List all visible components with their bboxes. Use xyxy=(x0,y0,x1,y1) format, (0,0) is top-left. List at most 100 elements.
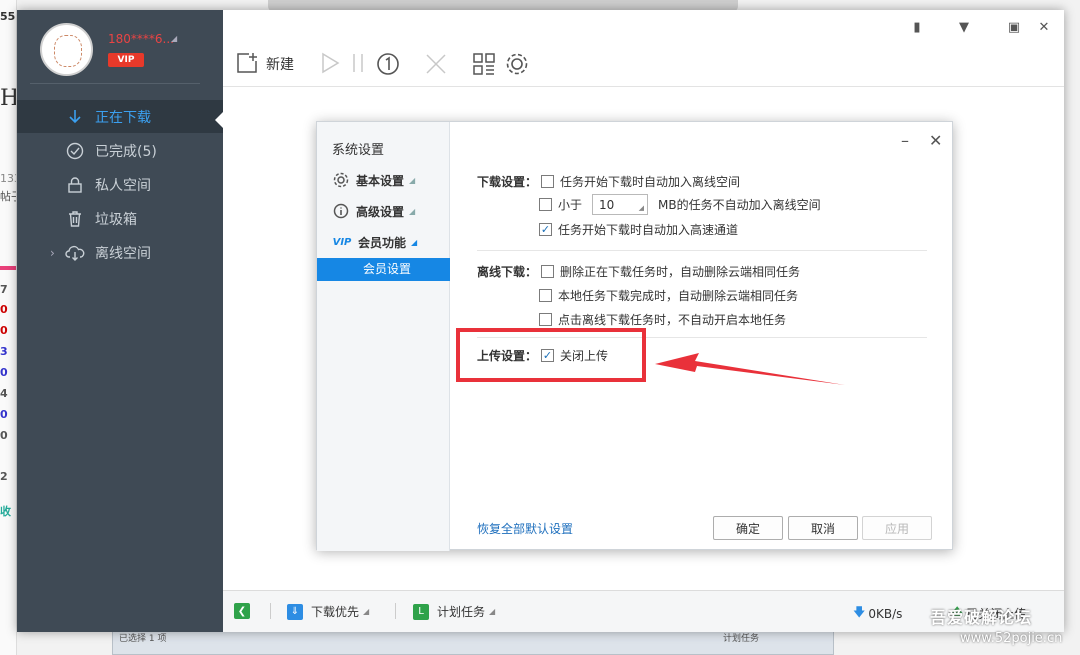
active-item-pointer xyxy=(215,112,223,128)
download-priority-button[interactable]: ⇓ 下载优先 ◢ xyxy=(287,603,369,620)
statusbar-divider xyxy=(270,603,271,619)
size-limit-value: 10 xyxy=(599,197,615,212)
high-speed-checkbox[interactable]: ✓ xyxy=(539,223,552,236)
size-limit-checkbox[interactable] xyxy=(539,198,552,211)
highlight-box xyxy=(456,328,646,382)
menu-icon[interactable]: ▼ xyxy=(955,20,973,35)
statusbar-divider xyxy=(395,603,396,619)
double-chevron-down-icon: ⇓ xyxy=(287,603,303,620)
collapse-sidebar-button[interactable]: ❮ xyxy=(234,603,258,619)
sidebar: 180****6... ◢ VIP 正在下载 已完成(5) 私人空间 垃圾箱 ›… xyxy=(17,10,223,632)
scheduled-task-button[interactable]: L 计划任务 ◢ xyxy=(413,603,495,620)
download-speed-icon: 🡇 xyxy=(853,605,866,619)
sidebar-item-label: 已完成(5) xyxy=(95,143,157,160)
size-limit-suffix: MB的任务不自动加入离线空间 xyxy=(658,198,821,212)
pause-icon[interactable] xyxy=(347,52,369,74)
no-local-task-checkbox[interactable] xyxy=(539,313,552,326)
dialog-nav-advanced-settings[interactable]: 高级设置 ◢ xyxy=(332,202,415,220)
dialog-nav-basic-settings[interactable]: 基本设置 ◢ xyxy=(332,171,415,189)
settings-icon[interactable] xyxy=(505,52,529,76)
shirt-icon[interactable]: ▮ xyxy=(908,20,926,35)
bg-fragment: 133 xyxy=(0,172,16,185)
bg-fragment: 0 xyxy=(0,408,8,421)
offline-download-label: 离线下载： xyxy=(477,265,538,279)
download-speed: 🡇 0KB/s xyxy=(853,603,902,624)
toolbar: 新建 ▮ ▼ ▣ ✕ xyxy=(223,10,1064,87)
username[interactable]: 180****6... xyxy=(108,32,174,46)
download-priority-label: 下载优先 xyxy=(311,605,360,619)
dialog-nav-member-settings[interactable]: 会员设置 xyxy=(317,258,450,281)
grid-icon[interactable] xyxy=(472,52,496,76)
section-divider xyxy=(477,250,927,251)
dialog-nav-label: 基本设置 xyxy=(356,173,405,188)
lock-icon xyxy=(64,174,86,196)
bg-fragment: 0 xyxy=(0,429,8,442)
vip-label: VIP xyxy=(117,55,135,65)
dialog-title: 系统设置 xyxy=(332,143,385,158)
bg-fragment: 4 xyxy=(0,387,8,400)
apply-button[interactable]: 应用 xyxy=(862,516,932,540)
new-task-button[interactable]: 新建 xyxy=(266,54,294,74)
bg-fragment: 0 xyxy=(0,366,8,379)
sidebar-item-label: 正在下载 xyxy=(95,109,151,126)
bg-status-text: 已选择 1 项 xyxy=(119,634,167,644)
spin-caret-icon[interactable]: ◢ xyxy=(639,204,644,212)
speed-limit-icon[interactable] xyxy=(376,52,400,76)
new-task-icon[interactable] xyxy=(236,52,258,74)
delete-cloud-on-delete-checkbox[interactable] xyxy=(541,265,555,278)
high-speed-text: 任务开始下载时自动加入高速通道 xyxy=(558,223,739,237)
vip-icon: VIP xyxy=(332,236,352,248)
chevron-left-icon: ❮ xyxy=(234,603,250,619)
delete-cloud-on-complete-checkbox[interactable] xyxy=(539,289,552,302)
dialog-nav-member-features[interactable]: VIP 会员功能 ◢ xyxy=(332,233,418,251)
size-limit-input[interactable]: 10 ◢ xyxy=(592,194,649,215)
bg-fragment: 7 xyxy=(0,283,8,296)
bg-status-text: 计划任务 xyxy=(723,634,760,644)
vip-badge[interactable]: VIP xyxy=(108,53,144,67)
bg-fragment: 0 xyxy=(0,303,8,316)
annotation-arrow xyxy=(655,353,845,385)
close-icon[interactable]: ✕ xyxy=(929,131,942,150)
bg-fragment: 2 xyxy=(0,470,8,483)
watermark: 吾爱破解论坛 xyxy=(930,608,1033,627)
bg-fragment: 55 xyxy=(0,10,16,23)
bg-fragment: 帖子 xyxy=(0,190,16,203)
sidebar-item-completed[interactable]: 已完成(5) xyxy=(17,134,223,167)
sidebar-item-downloading[interactable]: 正在下载 xyxy=(17,100,223,133)
delete-icon[interactable] xyxy=(424,52,448,76)
watermark-url: www.52pojie.cn xyxy=(960,631,1063,646)
avatar[interactable] xyxy=(40,23,93,76)
sidebar-item-label: 垃圾箱 xyxy=(95,211,137,228)
expand-caret-icon: ◢ xyxy=(409,206,416,216)
ok-button[interactable]: 确定 xyxy=(713,516,783,540)
restore-defaults-link[interactable]: 恢复全部默认设置 xyxy=(477,520,573,537)
expand-caret-icon: ◢ xyxy=(409,175,416,185)
cancel-button[interactable]: 取消 xyxy=(788,516,858,540)
download-arrow-icon xyxy=(64,106,86,128)
sidebar-item-offline-space[interactable]: › 离线空间 xyxy=(17,236,223,269)
dropdown-caret-icon: ◢ xyxy=(363,607,370,616)
chevron-right-icon[interactable]: › xyxy=(50,246,55,260)
dropdown-caret-icon: ◢ xyxy=(489,607,496,616)
delete-cloud-on-complete-text: 本地任务下载完成时，自动删除云端相同任务 xyxy=(558,289,799,303)
play-icon[interactable] xyxy=(319,52,341,74)
delete-cloud-on-delete-text: 删除正在下载任务时，自动删除云端相同任务 xyxy=(560,265,801,279)
maximize-icon[interactable]: ▣ xyxy=(1005,20,1023,35)
bg-fragment: 收 xyxy=(0,505,11,518)
sidebar-item-private-space[interactable]: 私人空间 xyxy=(17,168,223,201)
sidebar-divider xyxy=(30,83,200,84)
background-window-statusbar: 已选择 1 项 计划任务 xyxy=(112,628,834,655)
download-setting-row-2: 小于 10 ◢ MB的任务不自动加入离线空间 xyxy=(539,194,821,215)
cloud-download-icon xyxy=(64,242,86,264)
dialog-nav: 系统设置 基本设置 ◢ 高级设置 ◢ VIP 会员功能 ◢ 会员设置 xyxy=(317,122,450,551)
background-window-left: 55 133 H 帖子 7 0 0 3 0 4 0 0 2 收 xyxy=(0,0,17,655)
bg-fragment: H xyxy=(0,86,16,111)
sidebar-item-trash[interactable]: 垃圾箱 xyxy=(17,202,223,235)
dialog-nav-label: 高级设置 xyxy=(356,204,405,219)
sidebar-item-label: 离线空间 xyxy=(95,245,151,262)
auto-offline-checkbox[interactable] xyxy=(541,175,555,188)
minimize-icon[interactable]: – xyxy=(901,131,909,150)
user-dropdown-icon[interactable]: ◢ xyxy=(171,34,177,43)
scheduled-task-label: 计划任务 xyxy=(437,605,486,619)
close-icon[interactable]: ✕ xyxy=(1035,20,1053,35)
